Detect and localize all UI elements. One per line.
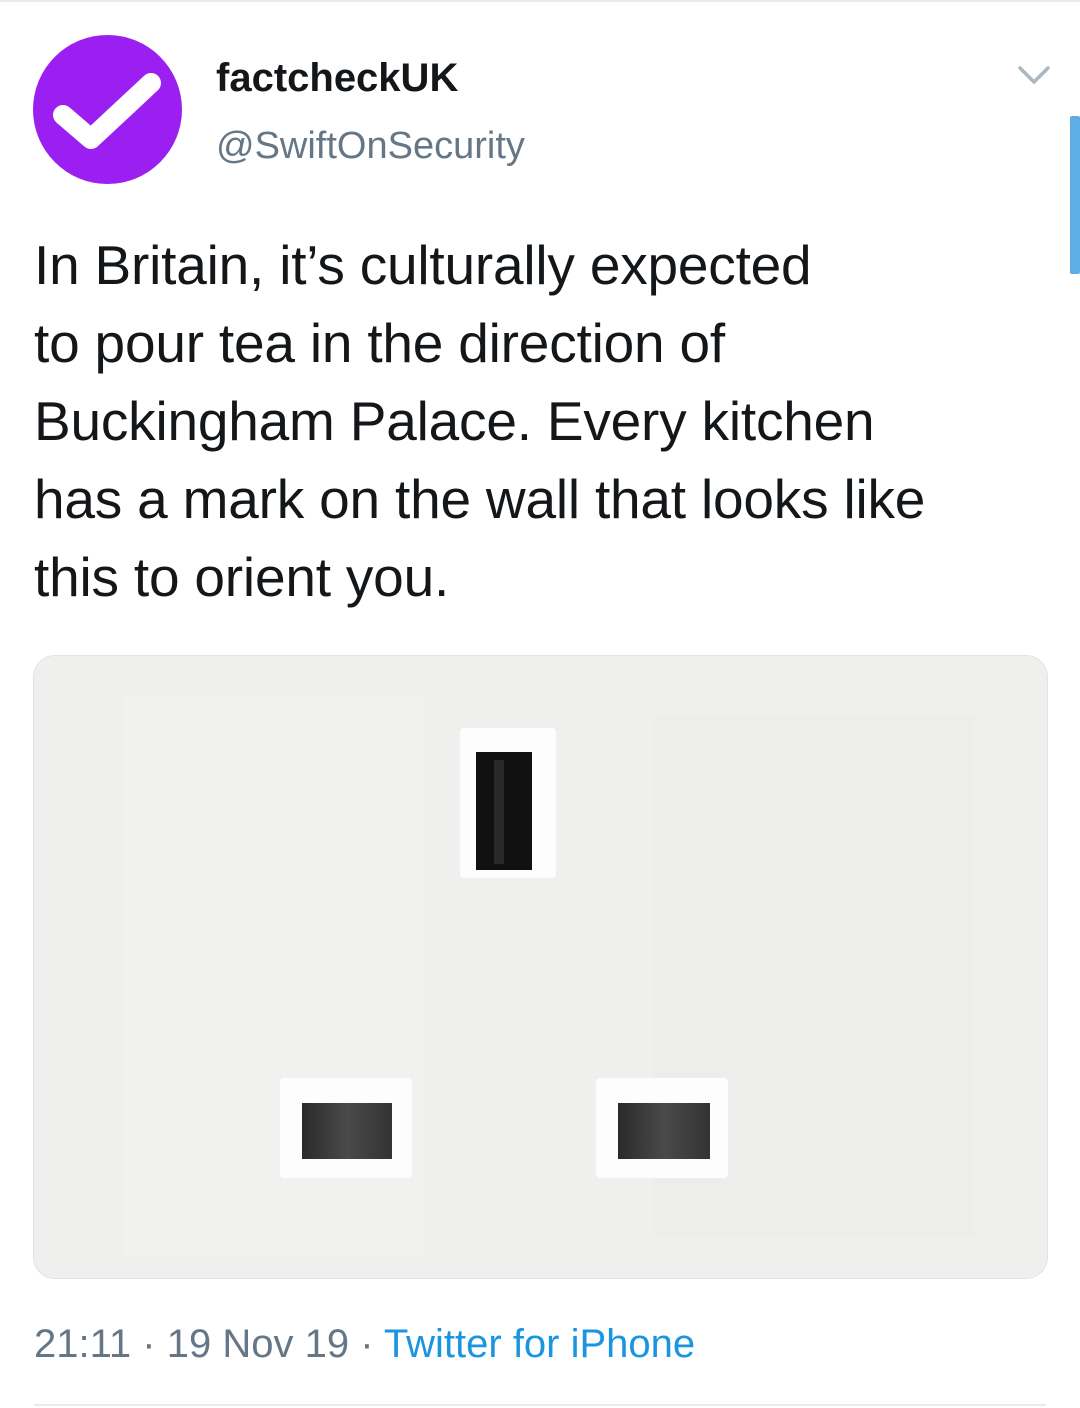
tweet-media-image[interactable]	[33, 655, 1048, 1279]
tweet-text: In Britain, it’s culturally expected to …	[34, 234, 926, 608]
uk-plug-socket-image	[34, 656, 1047, 1278]
tweet-date: 19 Nov 19	[166, 1322, 350, 1366]
scroll-indicator	[1070, 116, 1080, 274]
live-slot	[302, 1103, 392, 1159]
user-handle[interactable]: @SwiftOnSecurity	[216, 120, 525, 172]
tweet-time: 21:11	[34, 1322, 132, 1366]
checkmark-icon	[53, 73, 161, 149]
tweet-source-link[interactable]: Twitter for iPhone	[384, 1322, 695, 1366]
separator: ·	[360, 1322, 374, 1366]
top-divider	[0, 0, 1080, 2]
bottom-divider	[34, 1404, 1046, 1406]
separator: ·	[142, 1322, 156, 1366]
tweet-metadata: 21:11 · 19 Nov 19 · Twitter for iPhone	[34, 1316, 695, 1372]
tweet-menu-button[interactable]	[1014, 60, 1054, 90]
display-name[interactable]: factcheckUK	[216, 52, 458, 104]
chevron-down-icon	[1018, 66, 1050, 84]
neutral-slot	[618, 1103, 710, 1159]
avatar[interactable]	[33, 35, 182, 184]
